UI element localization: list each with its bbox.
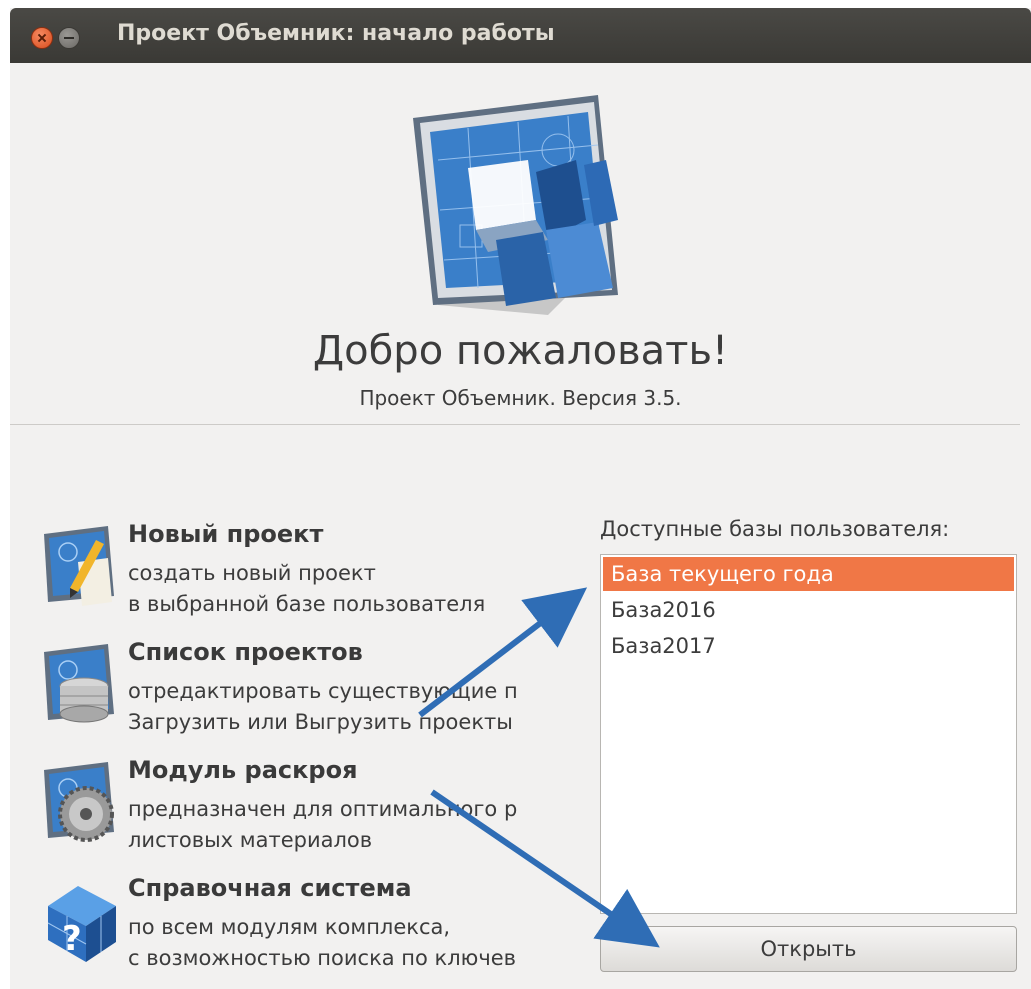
- blueprint-database-icon: [44, 644, 114, 723]
- start-dialog: Проект Объемник: начало работы Добро пож…: [10, 8, 1031, 989]
- database-item[interactable]: База2016: [603, 593, 1014, 627]
- close-icon[interactable]: [31, 27, 53, 49]
- database-item[interactable]: База текущего года: [603, 557, 1014, 591]
- action-title: Список проектов: [128, 638, 363, 666]
- action-title: Модуль раскроя: [128, 756, 358, 784]
- action-description: создать новый проект в выбранной базе по…: [128, 561, 486, 616]
- projects-list-action[interactable]: Список проектов отредактировать существу…: [38, 638, 594, 756]
- blueprint-saw-icon: [44, 762, 114, 842]
- divider: [10, 424, 1020, 425]
- action-title: Новый проект: [128, 520, 324, 548]
- action-description: по всем модулям комплекса, с возможность…: [128, 915, 517, 970]
- version-text: Проект Объемник. Версия 3.5.: [359, 386, 682, 410]
- window-title: Проект Объемник: начало работы: [117, 21, 555, 46]
- action-title: Справочная система: [128, 874, 412, 902]
- databases-label: Доступные базы пользователя:: [600, 517, 950, 541]
- action-description: предназначен для оптимального р листовых…: [128, 797, 518, 852]
- svg-text:?: ?: [62, 919, 82, 959]
- blueprint-pencil-icon: [44, 526, 114, 606]
- databases-list[interactable]: База текущего года База2016 База2017: [600, 554, 1017, 914]
- titlebar: Проект Объемник: начало работы: [10, 8, 1031, 63]
- cutting-module-action[interactable]: Модуль раскроя предназначен для оптималь…: [38, 756, 594, 874]
- help-cube-icon: ?: [47, 886, 116, 962]
- open-button[interactable]: Открыть: [600, 926, 1017, 972]
- new-project-action[interactable]: Новый проект создать новый проект в выбр…: [38, 520, 594, 638]
- app-logo-icon: [413, 95, 618, 315]
- minimize-icon[interactable]: [58, 27, 80, 49]
- welcome-heading: Добро пожаловать!: [312, 328, 729, 374]
- database-item[interactable]: База2017: [603, 629, 1014, 663]
- action-description: отредактировать существующие п Загрузить…: [128, 679, 518, 734]
- help-system-action[interactable]: ? Справочная система по всем модулям ком…: [38, 874, 594, 989]
